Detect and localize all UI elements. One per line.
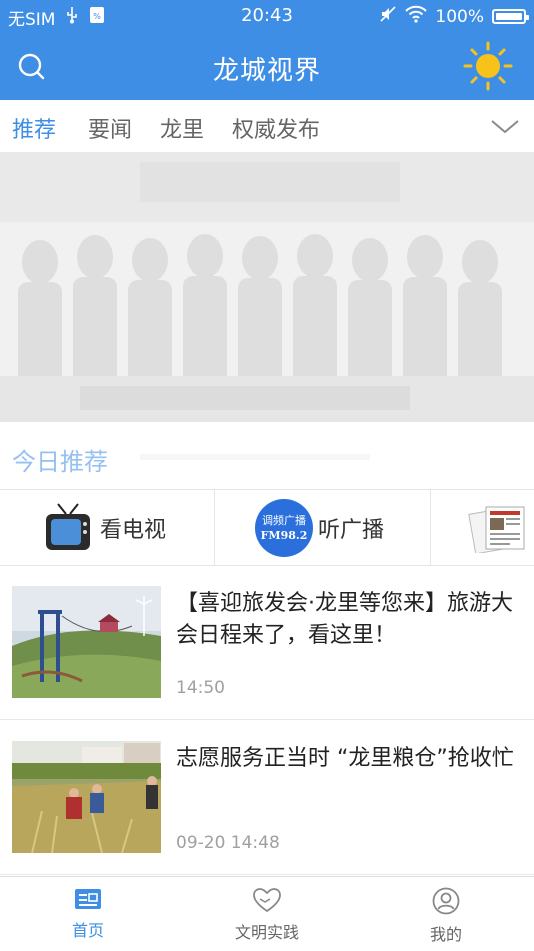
sun-icon <box>463 41 513 91</box>
page-title: 龙城视界 <box>212 56 321 86</box>
home-news-icon <box>75 889 101 909</box>
nav-civilization-label: 文明实践 <box>234 923 299 942</box>
watch-tv-button[interactable]: 看电视 <box>44 490 166 566</box>
news-title: 志愿服务正当时 “龙里粮仓”抢收忙 <box>176 746 514 771</box>
watch-tv-label: 看电视 <box>100 518 167 543</box>
today-ticker <box>140 446 520 468</box>
tab-recommend[interactable]: 推荐 <box>12 112 56 144</box>
user-icon <box>432 887 460 915</box>
banner-carousel[interactable] <box>0 152 534 422</box>
app-header: 无SIM % 20:43 100% 龙城视界 <box>0 0 534 100</box>
nav-home[interactable]: 首页 <box>28 887 148 941</box>
status-right: 100% <box>379 5 529 28</box>
tab-longli[interactable]: 龙里 <box>160 112 204 144</box>
divider <box>430 490 431 566</box>
news-item[interactable]: 【喜迎旅发会·龙里等您来】旅游大会日程来了，看这里！ 14:50 <box>0 566 534 720</box>
battery-icon <box>492 9 529 24</box>
radio-badge-line2: FM98.2 <box>261 529 308 542</box>
nav-home-label: 首页 <box>71 921 104 940</box>
news-title: 【喜迎旅发会·龙里等您来】旅游大会日程来了，看这里！ <box>176 591 513 648</box>
divider <box>214 490 215 566</box>
status-bar: 无SIM % 20:43 100% <box>0 0 534 32</box>
today-recommend[interactable]: 今日推荐 <box>0 422 534 490</box>
newspaper-icon <box>468 506 525 553</box>
nav-civilization[interactable]: 文明实践 <box>207 887 327 943</box>
mute-icon <box>379 5 397 28</box>
weather-button[interactable] <box>462 40 514 92</box>
listen-radio-label: 听广播 <box>318 518 385 543</box>
today-recommend-label: 今日推荐 <box>12 448 108 476</box>
media-shortcuts: 看电视 调频广播 FM98.2 听广播 <box>0 490 534 566</box>
nav-profile[interactable]: 我的 <box>386 887 506 945</box>
category-tabs: 推荐 要闻 龙里 权威发布 <box>0 100 534 152</box>
chevron-down-icon <box>491 120 519 134</box>
tabs-expand-button[interactable] <box>490 114 520 138</box>
news-thumbnail <box>12 586 161 698</box>
tv-icon <box>46 503 90 550</box>
news-thumbnail <box>12 741 161 853</box>
app-screen: 无SIM % 20:43 100% 龙城视界 推荐 要闻 龙里 权威发布 今日推… <box>0 0 534 951</box>
news-item[interactable]: 志愿服务正当时 “龙里粮仓”抢收忙 09-20 14:48 <box>0 721 534 875</box>
battery-percent: 100% <box>435 6 484 27</box>
news-time: 09-20 14:48 <box>176 833 280 853</box>
news-time: 14:50 <box>176 678 225 698</box>
wifi-icon <box>405 5 428 28</box>
read-paper-button[interactable] <box>466 490 530 566</box>
nav-profile-label: 我的 <box>429 925 462 944</box>
tab-headlines[interactable]: 要闻 <box>88 112 132 144</box>
tab-official[interactable]: 权威发布 <box>232 112 320 144</box>
radio-badge-icon: 调频广播 FM98.2 <box>255 499 313 557</box>
listen-radio-button[interactable]: 调频广播 FM98.2 听广播 <box>254 490 384 566</box>
bottom-nav: 首页 文明实践 我的 <box>0 876 534 951</box>
heart-hands-icon <box>253 888 281 913</box>
banner-image <box>0 152 534 422</box>
radio-badge-line1: 调频广播 <box>262 513 306 527</box>
